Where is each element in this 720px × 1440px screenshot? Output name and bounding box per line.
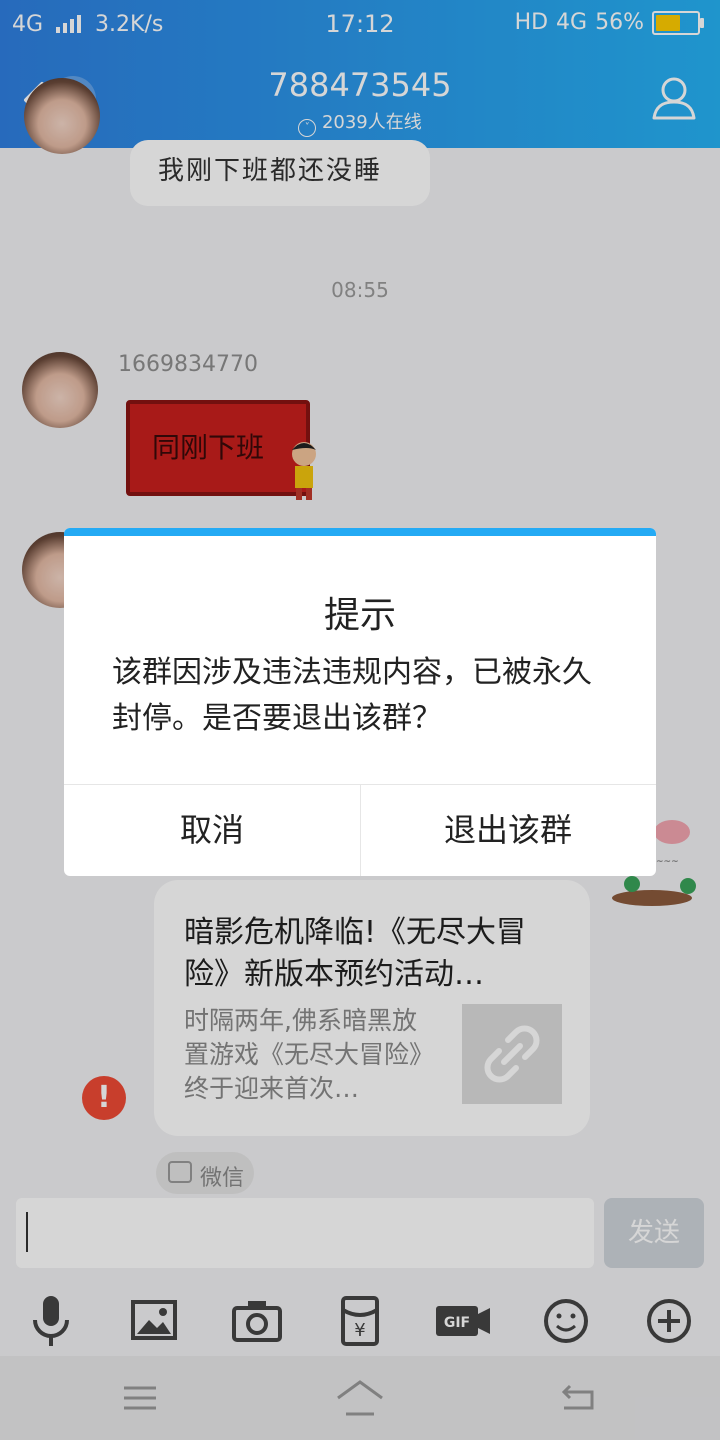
cancel-button[interactable]: 取消 <box>64 784 360 876</box>
dialog-title: 提示 <box>323 595 396 636</box>
dialog-message: 该群因涉及违法违规内容，已被永久封停。是否要退出该群？ <box>112 655 592 736</box>
exit-group-button[interactable]: 退出该群 <box>360 784 656 876</box>
alert-dialog: 提示 该群因涉及违法违规内容，已被永久封停。是否要退出该群？ 取消 退出该群 <box>64 528 656 876</box>
dialog-accent-bar <box>64 528 656 536</box>
